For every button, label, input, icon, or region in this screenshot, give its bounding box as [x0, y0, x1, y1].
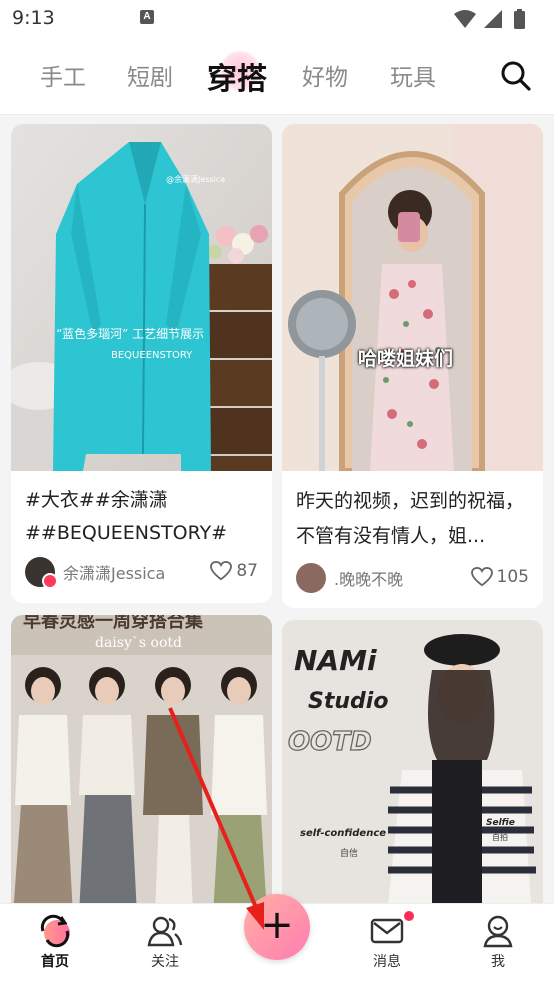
- follow-icon: [147, 916, 183, 947]
- avatar: [296, 563, 326, 593]
- add-post-button[interactable]: +: [244, 894, 310, 960]
- signal-icon: [484, 10, 502, 28]
- verified-badge-icon: [42, 573, 58, 589]
- overlay-ootd: OOTD: [288, 727, 372, 757]
- post-author[interactable]: 余潇潇Jessica: [25, 557, 166, 589]
- like-button[interactable]: 87: [210, 561, 258, 581]
- search-icon[interactable]: [500, 60, 532, 92]
- tab-outfits[interactable]: 穿搭: [207, 50, 267, 98]
- battery-icon: [514, 11, 525, 29]
- overlay-confidence: self-confidence: [300, 828, 386, 839]
- overlay-confidence-cn: 自信: [340, 847, 358, 859]
- notification-icon: A: [140, 10, 154, 24]
- like-count: 87: [236, 561, 258, 581]
- overlay-watermark: @余潇潇Jessica: [166, 174, 225, 184]
- profile-icon: [483, 915, 513, 948]
- status-bar: 9:13 A: [0, 0, 554, 38]
- author-name: 余潇潇Jessica: [63, 564, 166, 583]
- nav-home-label: 首页: [41, 954, 69, 970]
- mail-icon: [370, 918, 404, 944]
- feed-card[interactable]: 早春灵感一周穿搭合集 daisy`s ootd: [11, 615, 272, 915]
- tab-toys[interactable]: 玩具: [390, 58, 436, 92]
- post-title: #大衣##余潇潇##BEQUEENSTORY#: [25, 489, 228, 544]
- nav-me-label: 我: [491, 954, 505, 970]
- nav-home[interactable]: 首页: [20, 914, 90, 971]
- post-title: 昨天的视频，迟到的祝福，不管有没有情人，姐...: [296, 490, 525, 547]
- heart-icon: [210, 561, 233, 581]
- nav-me[interactable]: 我: [463, 914, 533, 971]
- feed-card[interactable]: NAMi Studio OOTD self-confidence 自信 Self…: [282, 620, 543, 915]
- bottom-nav: 首页 关注 + 消息 我: [0, 894, 554, 984]
- post-image: NAMi Studio OOTD self-confidence 自信 Self…: [282, 620, 543, 915]
- feed-card[interactable]: 哈喽姐妹们 昨天的视频，迟到的祝福，不管有没有情人，姐... .晚晚不晚 105: [282, 124, 543, 608]
- overlay-selfie-cn: 自拍: [492, 832, 508, 842]
- avatar: [25, 557, 58, 589]
- heart-icon: [470, 567, 493, 587]
- like-count: 105: [496, 567, 529, 587]
- status-time: 9:13: [12, 7, 55, 29]
- plus-icon: +: [260, 902, 294, 948]
- tab-short-drama[interactable]: 短剧: [127, 58, 173, 92]
- author-name: .晚晚不晚: [334, 570, 404, 589]
- notification-dot: [404, 911, 414, 921]
- overlay-caption: “蓝色多瑙河” 工艺细节展示: [56, 327, 204, 341]
- overlay-title: 早春灵感一周穿搭合集: [23, 615, 204, 632]
- tab-good-stuff[interactable]: 好物: [302, 58, 348, 92]
- tab-handmade[interactable]: 手工: [40, 58, 86, 92]
- refresh-home-icon: [40, 914, 70, 948]
- post-image: [282, 124, 543, 471]
- feed-card[interactable]: “蓝色多瑙河” 工艺细节展示 BEQUEENSTORY @余潇潇Jessica …: [11, 124, 272, 603]
- overlay-selfie: Selfie: [486, 818, 515, 828]
- nav-messages-label: 消息: [373, 954, 401, 970]
- post-image: 早春灵感一周穿搭合集 daisy`s ootd: [11, 615, 272, 915]
- overlay-subtitle: daisy`s ootd: [95, 635, 182, 651]
- nav-messages[interactable]: 消息: [352, 914, 422, 971]
- post-image: “蓝色多瑙河” 工艺细节展示 BEQUEENSTORY @余潇潇Jessica: [11, 124, 272, 471]
- post-author[interactable]: .晚晚不晚: [296, 563, 403, 593]
- category-tabs: 手工 短剧 穿搭 好物 玩具: [0, 38, 554, 115]
- wifi-icon: [454, 10, 476, 28]
- system-icons: [452, 8, 542, 34]
- overlay-brand: BEQUEENSTORY: [111, 350, 193, 361]
- overlay-brand: NAMi: [294, 644, 377, 677]
- overlay-caption: 哈喽姐妹们: [358, 348, 454, 370]
- like-button[interactable]: 105: [470, 567, 529, 587]
- nav-follow[interactable]: 关注: [130, 914, 200, 971]
- nav-follow-label: 关注: [151, 954, 179, 970]
- overlay-studio: Studio: [308, 689, 388, 714]
